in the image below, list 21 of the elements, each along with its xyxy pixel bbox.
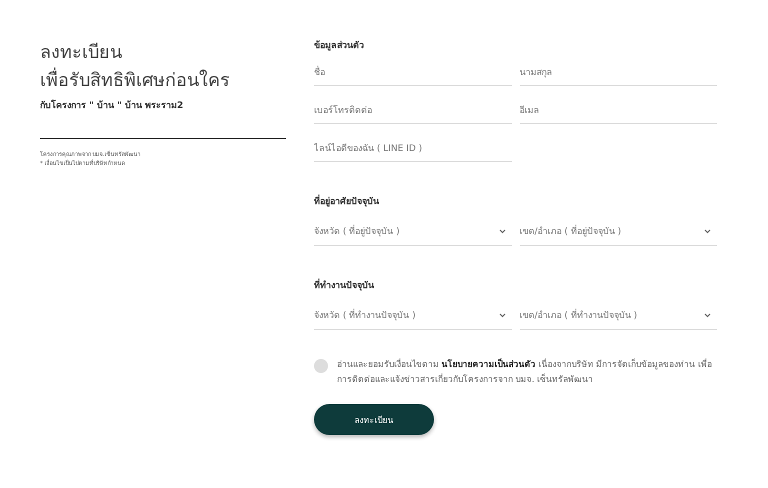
dropdown-field[interactable]: เขต/อำเภอ ( ที่ทำงานปัจจุบัน ) (520, 302, 717, 330)
section-heading: ที่ทำงานปัจจุบัน (314, 278, 717, 292)
input-field[interactable]: ชื่อ (314, 62, 512, 86)
dropdown-field[interactable]: จังหวัด ( ที่ทำงานปัจจุบัน ) (314, 302, 512, 330)
input-field[interactable]: นามสกุล (520, 62, 717, 86)
consent-checkbox[interactable] (314, 359, 328, 373)
section-heading: ข้อมูลส่วนตัว (314, 39, 365, 52)
input-field[interactable]: เบอร์โทรติดต่อ (314, 100, 512, 124)
page-title: เพื่อรับสิทธิพิเศษก่อนใคร (40, 70, 286, 92)
consent-text: อ่านและยอมรับเงื่อนไขตาม นโยบายความเป็นส่วนตัว เนื่องจากบริษัท มีการจัดเก็บข้อมูลของท่าน เพื่อการติดต่อและแจ้งข่าวสารเกี่ยวกับโครงการจาก บมจ. เซ็นทรัลพัฒนา (337, 358, 713, 387)
input-field[interactable]: อีเมล (520, 100, 717, 124)
dropdown-field[interactable]: จังหวัด ( ที่อยู่ปัจจุบัน ) (314, 218, 512, 246)
chevron-down-icon (498, 228, 506, 234)
dropdown-field[interactable]: เขต/อำเภอ ( ที่อยู่ปัจจุบัน ) (520, 218, 717, 246)
page-title: ลงทะเบียน (40, 42, 123, 64)
chevron-down-icon (704, 228, 711, 234)
project-subtitle: กับโครงการ " บ้าน " บ้าน พระราม2 (40, 98, 184, 112)
section-heading: ที่อยู่อาศัยปัจจุบัน (314, 194, 717, 208)
chevron-down-icon (498, 312, 506, 318)
chevron-down-icon (704, 312, 711, 318)
register-button[interactable]: ลงทะเบียน (314, 404, 434, 435)
